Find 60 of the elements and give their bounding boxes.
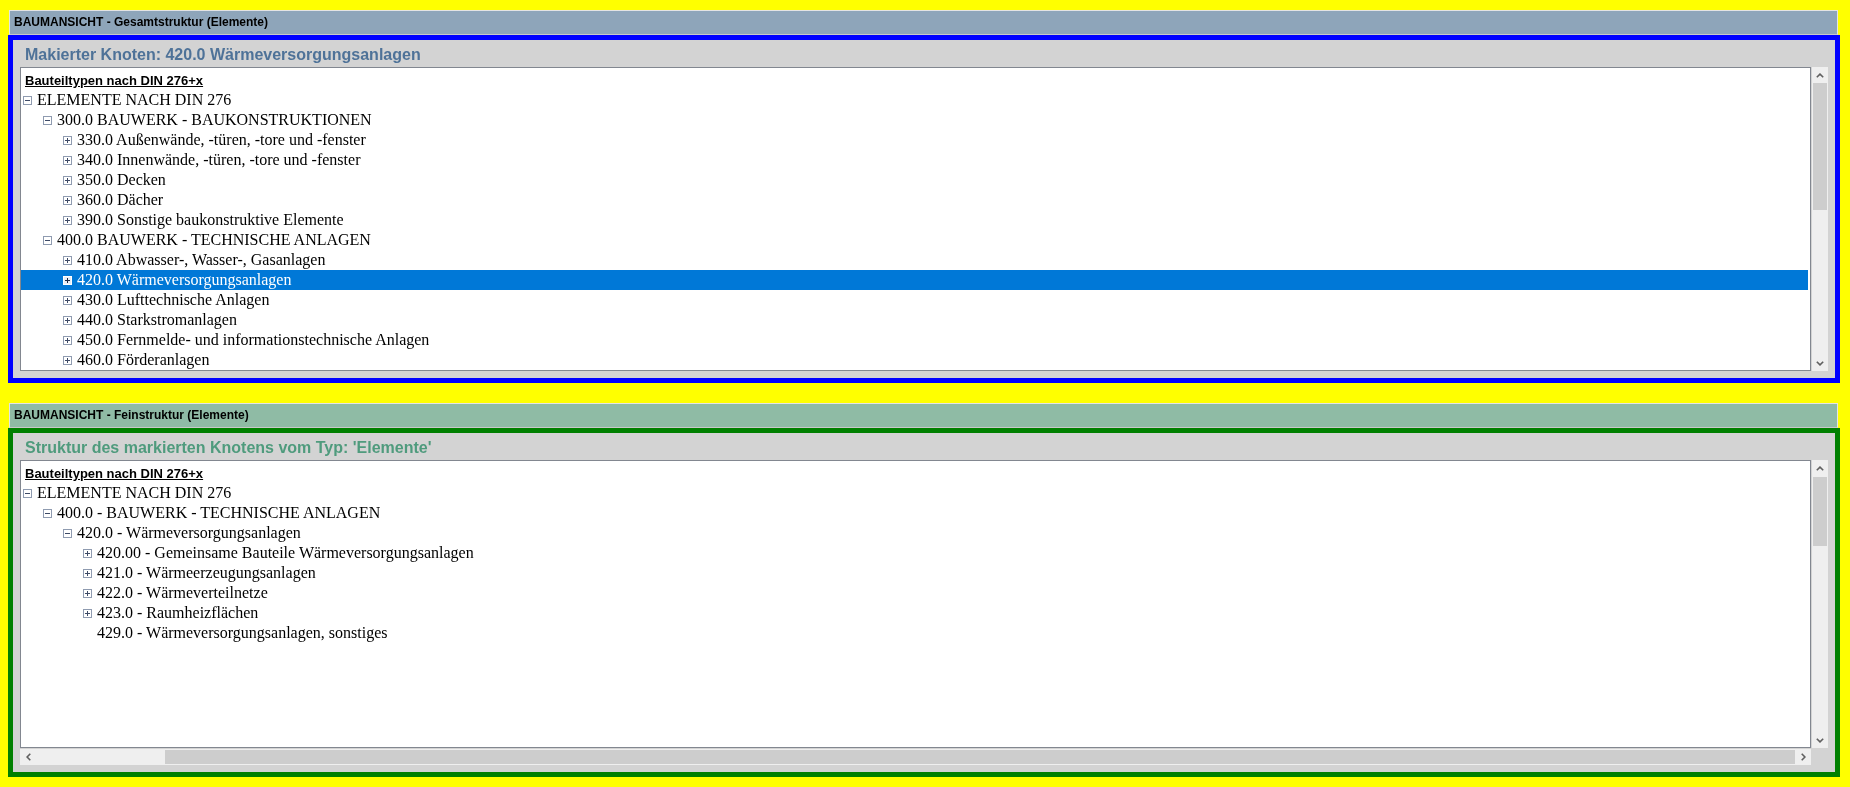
vertical-scrollbar[interactable] (1812, 460, 1828, 748)
tree-item[interactable]: 422.0 - Wärmeverteilnetze (21, 583, 1808, 603)
panel-title: Struktur des markierten Knotens vom Typ: 'Elemente' (24, 438, 433, 458)
tree-item[interactable]: 330.0 Außenwände, -türen, -tore und -fenster (21, 130, 1808, 150)
tree-item[interactable]: 400.0 - BAUWERK - TECHNISCHE ANLAGEN (21, 503, 1808, 523)
chevron-up-icon[interactable] (1816, 72, 1824, 78)
plus-box-icon[interactable] (63, 295, 72, 305)
plus-box-icon[interactable] (83, 588, 92, 598)
chevron-down-icon[interactable] (1816, 360, 1824, 366)
plus-box-icon[interactable] (63, 255, 72, 265)
tree-item[interactable]: 450.0 Fernmelde- und informationstechnische Anlagen (21, 330, 1808, 350)
panel-header: BAUMANSICHT - Gesamtstruktur (Elemente) (9, 10, 1838, 35)
plus-box-icon[interactable] (83, 608, 92, 618)
tree-item[interactable]: 350.0 Decken (21, 170, 1808, 190)
scrollbar-thumb[interactable] (1813, 477, 1827, 546)
chevron-down-icon[interactable] (1816, 737, 1824, 743)
tree-item[interactable]: 390.0 Sonstige baukonstruktive Elemente (21, 210, 1808, 230)
minus-box-icon[interactable] (23, 488, 32, 498)
plus-box-icon[interactable] (63, 335, 72, 345)
tree-item[interactable]: 429.0 - Wärmeversorgungsanlagen, sonstiges (21, 623, 1808, 643)
tree-heading: Bauteiltypen nach DIN 276+x (25, 466, 204, 481)
tree-item[interactable]: 360.0 Dächer (21, 190, 1808, 210)
chevron-right-icon[interactable] (1800, 753, 1806, 761)
plus-box-icon[interactable] (63, 215, 72, 225)
tree-item[interactable]: 410.0 Abwasser-, Wasser-, Gasanlagen (21, 250, 1808, 270)
plus-box-icon[interactable] (83, 548, 92, 558)
tree-item[interactable]: ELEMENTE NACH DIN 276 (21, 483, 1808, 503)
plus-box-icon[interactable] (63, 175, 72, 185)
tree-item[interactable]: 400.0 BAUWERK - TECHNISCHE ANLAGEN (21, 230, 1808, 250)
tree-item[interactable]: 420.00 - Gemeinsame Bauteile Wärmeversorgungsanlagen (21, 543, 1808, 563)
minus-box-icon[interactable] (43, 508, 52, 518)
plus-box-icon[interactable] (83, 568, 92, 578)
panel-header: BAUMANSICHT - Feinstruktur (Elemente) (9, 403, 1838, 428)
minus-box-icon[interactable] (63, 528, 72, 538)
tree-item[interactable]: 460.0 Förderanlagen (21, 350, 1808, 370)
tree-item[interactable]: 420.0 Wärmeversorgungsanlagen (21, 270, 1808, 290)
scrollbar-thumb[interactable] (1813, 83, 1827, 210)
plus-box-icon[interactable] (63, 155, 72, 165)
tree-item[interactable]: 340.0 Innenwände, -türen, -tore und -fenster (21, 150, 1808, 170)
plus-box-icon[interactable] (63, 355, 72, 365)
vertical-scrollbar[interactable] (1812, 67, 1828, 371)
tree-heading: Bauteiltypen nach DIN 276+x (25, 73, 204, 88)
tree-item[interactable]: 423.0 - Raumheizflächen (21, 603, 1808, 623)
tree-item[interactable]: 440.0 Starkstromanlagen (21, 310, 1808, 330)
plus-box-icon[interactable] (63, 135, 72, 145)
minus-box-icon[interactable] (43, 235, 52, 245)
minus-box-icon[interactable] (43, 115, 52, 125)
horizontal-scrollbar[interactable] (20, 749, 1811, 765)
tree-item[interactable]: 420.0 - Wärmeversorgungsanlagen (21, 523, 1808, 543)
minus-box-icon[interactable] (23, 95, 32, 105)
panel-title: Makierter Knoten: 420.0 Wärmeversorgungsanlagen (24, 45, 422, 65)
tree-item[interactable]: 430.0 Lufttechnische Anlagen (21, 290, 1808, 310)
chevron-up-icon[interactable] (1816, 465, 1824, 471)
scrollbar-thumb[interactable] (165, 750, 1795, 764)
tree-item[interactable]: ELEMENTE NACH DIN 276 (21, 90, 1808, 110)
tree-item[interactable]: 300.0 BAUWERK - BAUKONSTRUKTIONEN (21, 110, 1808, 130)
chevron-left-icon[interactable] (25, 753, 31, 761)
plus-box-icon[interactable] (63, 315, 72, 325)
plus-box-icon[interactable] (63, 195, 72, 205)
tree-item[interactable]: 421.0 - Wärmeerzeugungsanlagen (21, 563, 1808, 583)
